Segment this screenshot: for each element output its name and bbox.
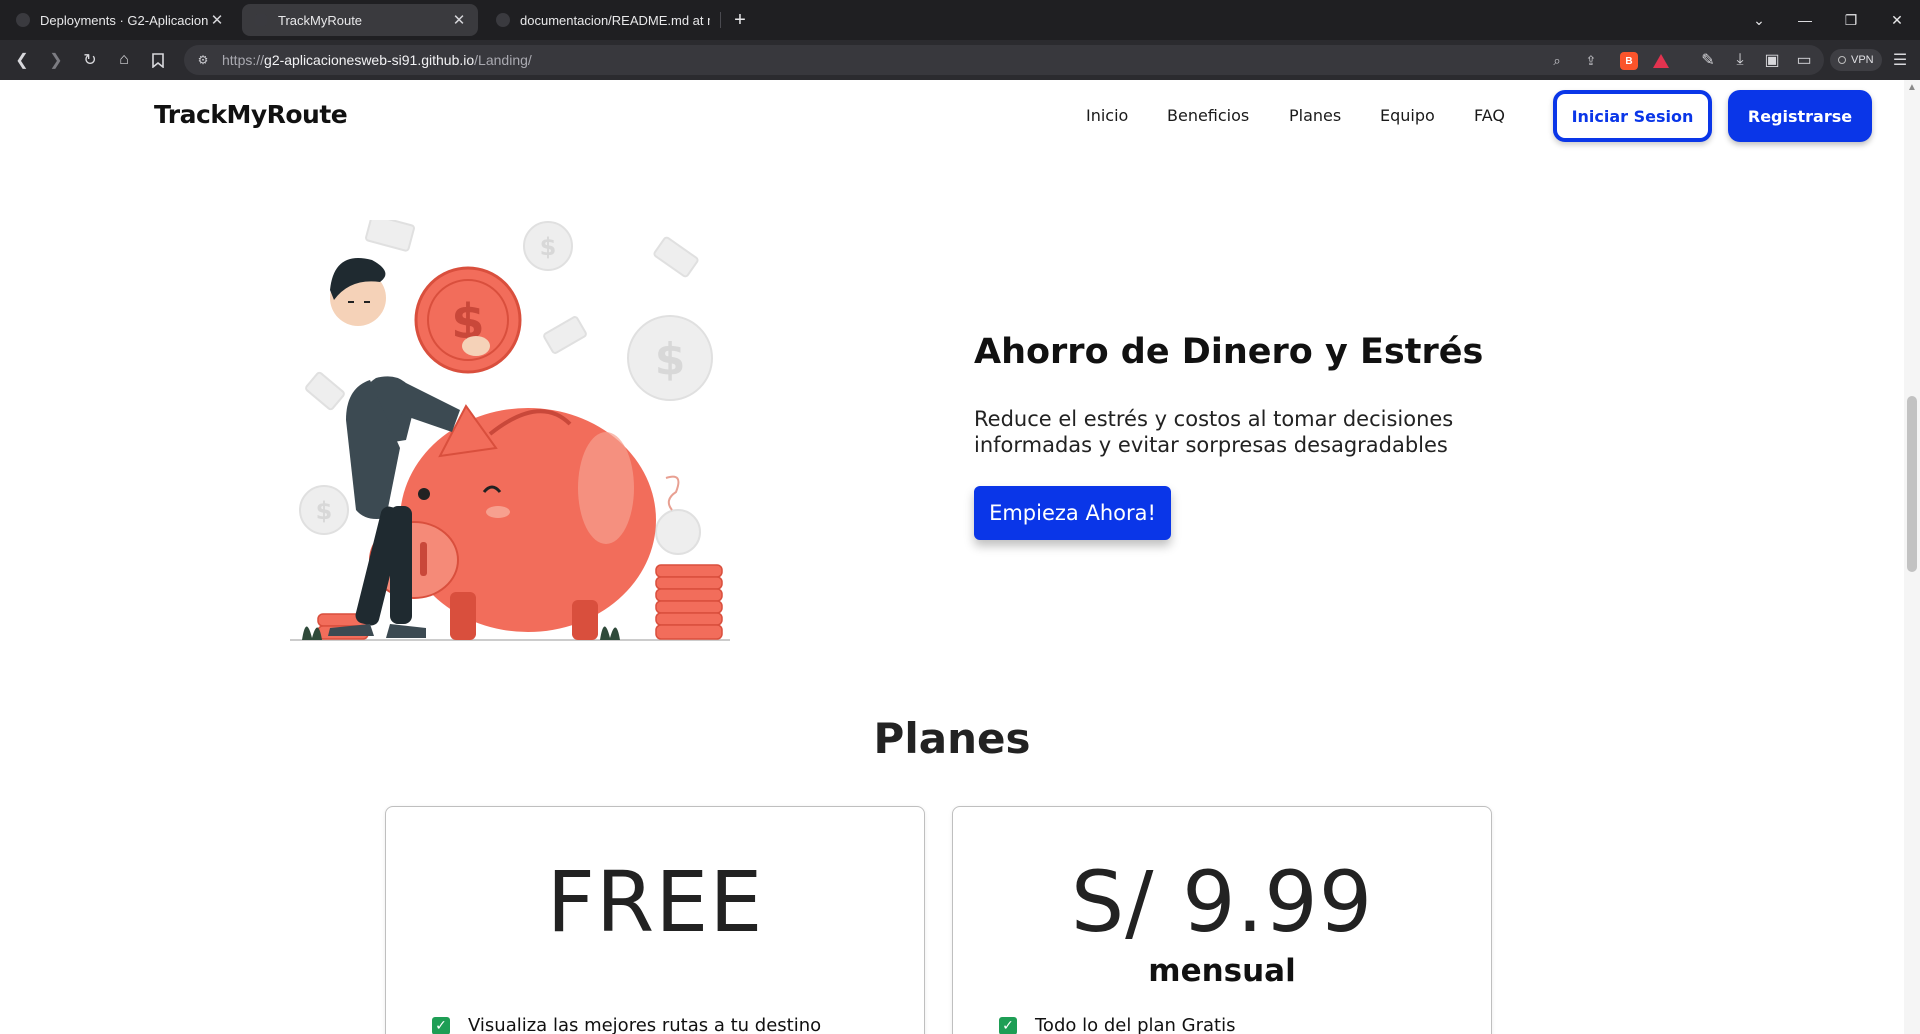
minimize-icon[interactable]: — — [1782, 0, 1828, 40]
nav-planes[interactable]: Planes — [1289, 106, 1341, 125]
login-button[interactable]: Iniciar Sesion — [1553, 90, 1712, 142]
share-icon[interactable]: ⇪ — [1582, 52, 1600, 70]
checkbox-checked-icon: ✓ — [999, 1016, 1017, 1034]
svg-text:$: $ — [316, 497, 333, 525]
start-now-button[interactable]: Empieza Ahora! — [974, 486, 1171, 540]
nav-beneficios[interactable]: Beneficios — [1167, 106, 1249, 125]
checkbox-checked-icon: ✓ — [432, 1016, 450, 1034]
tab-search-chevron-icon[interactable]: ⌄ — [1736, 0, 1782, 40]
new-tab-button[interactable]: + — [728, 8, 752, 32]
piggy-bank-illustration: $ $ $ $ — [290, 220, 730, 641]
plan-price: FREE — [546, 853, 764, 951]
page-viewport: TrackMyRoute Inicio Beneficios Planes Eq… — [0, 80, 1920, 1034]
svg-text:$: $ — [655, 334, 686, 385]
url-text[interactable]: https://g2-aplicacionesweb-si91.github.i… — [222, 52, 532, 68]
scroll-up-icon[interactable]: ▲ — [1907, 82, 1917, 93]
extensions-icon[interactable]: ✎ — [1696, 48, 1720, 72]
plans-section-title: Planes — [873, 714, 1031, 763]
site-settings-icon[interactable]: ⚙ — [194, 51, 212, 69]
site-logo[interactable]: TrackMyRoute — [154, 100, 348, 129]
back-icon[interactable]: ❮ — [10, 48, 34, 72]
close-window-icon[interactable]: ✕ — [1874, 0, 1920, 40]
vpn-button[interactable]: VPN — [1830, 49, 1882, 71]
plan-card-free: FREE ✓ Visualiza las mejores rutas a tu … — [385, 806, 925, 1034]
plan-feature: ✓ Visualiza las mejores rutas a tu desti… — [432, 1015, 821, 1034]
bookmark-icon[interactable] — [146, 48, 170, 72]
brave-rewards-icon[interactable] — [1652, 52, 1670, 70]
brave-shields-icon[interactable]: B — [1620, 52, 1638, 70]
github-icon — [496, 13, 510, 27]
tab-divider — [720, 12, 721, 28]
tab-label: Deployments · G2-Aplicaciones\ — [40, 12, 208, 28]
tab-label: documentacion/README.md at mai — [520, 12, 710, 28]
browser-tab-strip: Deployments · G2-Aplicaciones\ ✕ TrackMy… — [0, 0, 1920, 40]
globe-icon — [254, 13, 268, 27]
vpn-label: VPN — [1851, 54, 1874, 66]
restore-icon[interactable]: ❐ — [1828, 0, 1874, 40]
tab-trackmyroute[interactable]: TrackMyRoute ✕ — [242, 4, 478, 36]
nav-faq[interactable]: FAQ — [1474, 106, 1505, 125]
svg-text:$: $ — [540, 233, 557, 261]
address-bar[interactable]: ⚙ https://g2-aplicacionesweb-si91.github… — [184, 45, 1824, 75]
tab-deployments[interactable]: Deployments · G2-Aplicaciones\ ✕ — [4, 4, 236, 36]
plan-feature-text: Visualiza las mejores rutas a tu destino — [468, 1015, 822, 1034]
register-button[interactable]: Registrarse — [1728, 90, 1872, 142]
downloads-icon[interactable]: ⤓ — [1728, 48, 1752, 72]
forward-icon[interactable]: ❯ — [44, 48, 68, 72]
url-scheme: https:// — [222, 52, 265, 68]
plan-feature-text: Todo lo del plan Gratis — [1035, 1015, 1236, 1034]
url-path: /Landing/ — [474, 52, 532, 68]
url-host: g2-aplicacionesweb-si91.github.io — [264, 52, 475, 68]
page-scrollbar[interactable]: ▲ — [1904, 80, 1920, 1034]
zoom-icon[interactable]: ⌕ — [1548, 52, 1566, 70]
reload-icon[interactable]: ↻ — [78, 48, 102, 72]
home-icon[interactable]: ⌂ — [112, 48, 136, 72]
plan-feature: ✓ Todo lo del plan Gratis — [999, 1015, 1235, 1034]
hero-subtitle: Reduce el estrés y costos al tomar decis… — [974, 407, 1454, 457]
plan-price: S/ 9.99 — [1070, 853, 1374, 951]
nav-inicio[interactable]: Inicio — [1086, 106, 1128, 125]
plan-card-monthly: S/ 9.99 mensual ✓ Todo lo del plan Grati… — [952, 806, 1492, 1034]
github-icon — [16, 13, 30, 27]
browser-toolbar: ❮ ❯ ↻ ⌂ ⚙ https://g2-aplicacionesweb-si9… — [0, 40, 1920, 80]
sidebar-icon[interactable]: ▣ — [1760, 48, 1784, 72]
menu-icon[interactable]: ☰ — [1888, 48, 1912, 72]
tab-label: TrackMyRoute — [278, 12, 363, 28]
scrollbar-thumb[interactable] — [1907, 396, 1917, 572]
close-icon[interactable]: ✕ — [450, 11, 468, 29]
wallet-icon[interactable]: ▭ — [1792, 48, 1816, 72]
hero-title: Ahorro de Dinero y Estrés — [974, 332, 1484, 372]
nav-equipo[interactable]: Equipo — [1380, 106, 1435, 125]
plan-period: mensual — [1148, 953, 1296, 989]
tab-readme[interactable]: documentacion/README.md at mai — [484, 4, 720, 36]
close-icon[interactable]: ✕ — [208, 11, 226, 29]
vpn-status-icon — [1838, 56, 1846, 64]
